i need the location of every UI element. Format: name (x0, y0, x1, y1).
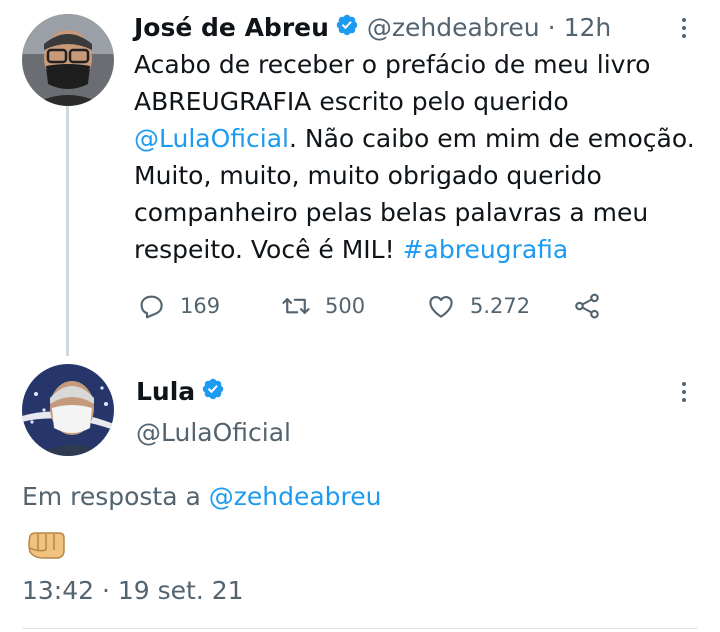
fist-emoji-icon (24, 530, 68, 560)
reply-to-link[interactable]: @zehdeabreu (209, 482, 382, 511)
tweet-text-line: Acabo de receber o prefácio de meu livro (134, 50, 651, 79)
avatar-lula[interactable] (22, 364, 114, 456)
retweet-count: 500 (325, 294, 366, 318)
tweet2-name-row: Lula (136, 374, 225, 408)
reply-button[interactable]: 169 (136, 291, 220, 321)
retweet-icon (282, 298, 310, 314)
verified-badge-icon (201, 377, 225, 405)
more-options-icon[interactable] (672, 12, 696, 44)
like-button[interactable]: 5.272 (426, 291, 530, 321)
share-button[interactable] (572, 291, 616, 321)
tweet1-text: Acabo de receber o prefácio de meu livro… (134, 46, 704, 268)
reply-context: Em resposta a @zehdeabreu (22, 482, 382, 511)
author-handle[interactable]: @zehdeabreu (367, 13, 540, 42)
meta-separator: · (547, 12, 556, 42)
tweet-text-fragment: respeito. Você é MIL! (134, 235, 403, 264)
mention-link[interactable]: @LulaOficial (134, 124, 289, 153)
reply-icon (140, 295, 163, 319)
tweet-timestamp[interactable]: 13:42 · 19 set. 21 (22, 576, 244, 605)
tweet-text-line: companheiro pelas belas palavras a meu (134, 198, 649, 227)
retweet-button[interactable]: 500 (281, 291, 365, 321)
avatar-jose-de-abreu[interactable] (22, 14, 114, 106)
tweet-text-fragment: . Não caibo em mim de emoção. (288, 124, 695, 153)
share-icon (575, 293, 599, 319)
reply-context-label: Em resposta a (22, 482, 209, 511)
divider (22, 628, 698, 629)
heart-icon (429, 295, 453, 318)
tweet-time[interactable]: 12h (564, 13, 612, 42)
author-handle[interactable]: @LulaOficial (136, 418, 291, 447)
author-name[interactable]: Lula (136, 377, 195, 406)
reply-count: 169 (180, 294, 221, 318)
tweet-text-line: @LulaOficial. Não caibo em mim de emoção… (134, 120, 704, 157)
tweet-text-line: ABREUGRAFIA escrito pelo querido (134, 87, 569, 116)
like-count: 5.272 (470, 294, 531, 318)
thread-connector-line (66, 96, 69, 356)
hashtag-link[interactable]: #abreugrafia (403, 235, 569, 264)
tweet1-header: José de Abreu @zehdeabreu · 12h (134, 10, 611, 44)
tweet-text-line: Muito, muito, muito obrigado querido (134, 161, 602, 190)
author-name[interactable]: José de Abreu (134, 13, 329, 42)
tweet-text-line: respeito. Você é MIL! #abreugrafia (134, 231, 704, 268)
verified-badge-icon (335, 13, 359, 41)
more-options-icon[interactable] (672, 376, 696, 408)
